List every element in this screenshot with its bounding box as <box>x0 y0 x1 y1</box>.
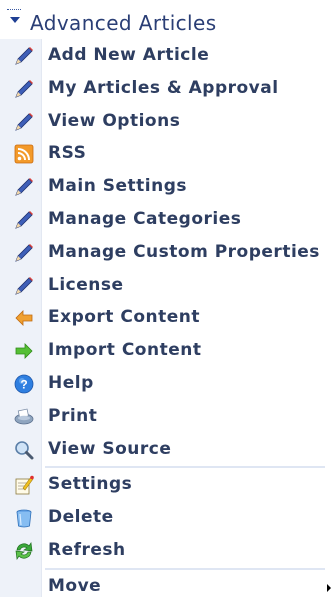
pencil-icon <box>13 242 35 264</box>
menu-header[interactable]: Advanced Articles <box>0 8 335 38</box>
menu-item-import-content[interactable]: Import Content <box>0 334 335 367</box>
menu-item-label: View Options <box>48 110 181 131</box>
dropdown-menu: Add New Article My Articles & Approval V… <box>0 39 335 597</box>
menu-item-delete[interactable]: Delete <box>0 501 335 534</box>
menu-list: Add New Article My Articles & Approval V… <box>0 39 335 597</box>
menu-item-print[interactable]: Print <box>0 400 335 433</box>
menu-item-label: View Source <box>48 438 172 459</box>
menu-item-label: Manage Custom Properties <box>48 241 320 262</box>
focus-dots <box>7 9 21 10</box>
menu-item-export-content[interactable]: Export Content <box>0 301 335 334</box>
menu-item-label: Settings <box>48 474 133 495</box>
refresh-icon <box>13 540 35 562</box>
menu-item-label: Refresh <box>48 539 126 560</box>
menu-item-label: My Articles & Approval <box>48 77 279 98</box>
triangle-down-icon[interactable] <box>10 17 20 23</box>
pencil-icon <box>13 78 35 100</box>
menu-item-label: Manage Categories <box>48 208 242 229</box>
menu-item-label: Import Content <box>48 340 202 361</box>
arrow-right-icon <box>13 340 35 362</box>
menu-item-label: Add New Article <box>48 45 210 65</box>
menu-item-rss[interactable]: RSS <box>0 137 335 170</box>
menu-item-refresh[interactable]: Refresh <box>0 534 335 567</box>
pencil-icon <box>13 111 35 133</box>
pencil-icon <box>13 275 35 297</box>
menu-item-my-articles-approval[interactable]: My Articles & Approval <box>0 72 335 105</box>
arrow-left-icon <box>13 307 35 329</box>
pencil-icon <box>13 176 35 198</box>
menu-item-manage-custom-properties[interactable]: Manage Custom Properties <box>0 236 335 269</box>
pencil-icon <box>13 209 35 231</box>
menu-item-manage-categories[interactable]: Manage Categories <box>0 203 335 236</box>
menu-item-label: Main Settings <box>48 176 187 197</box>
menu-item-label: Delete <box>48 507 114 528</box>
menu-item-label: RSS <box>48 143 87 164</box>
menu-item-license[interactable]: License <box>0 269 335 302</box>
menu-item-view-options[interactable]: View Options <box>0 105 335 138</box>
trash-icon <box>13 507 35 529</box>
rss-icon <box>13 143 35 165</box>
menu-item-settings[interactable]: Settings <box>0 468 335 501</box>
magnifier-icon <box>13 439 35 461</box>
submenu-arrow-icon <box>327 583 331 592</box>
pencil-icon <box>13 45 35 67</box>
svg-text:?: ? <box>20 377 27 391</box>
help-icon: ? <box>13 373 35 395</box>
menu-title: Advanced Articles <box>30 11 217 35</box>
menu-item-move[interactable]: Move <box>0 570 335 597</box>
settings-icon <box>13 474 35 496</box>
menu-item-view-source[interactable]: View Source <box>0 433 335 466</box>
menu-item-label: Help <box>48 372 94 393</box>
menu-item-add-new-article[interactable]: Add New Article <box>0 39 335 72</box>
menu-item-help[interactable]: ? Help <box>0 367 335 400</box>
context-menu-root: Advanced Articles Add New Article My Art… <box>0 0 335 597</box>
menu-item-label: Print <box>48 405 98 426</box>
menu-item-label: License <box>48 274 124 295</box>
menu-item-label: Export Content <box>48 307 200 328</box>
menu-item-label: Move <box>48 575 102 596</box>
menu-item-main-settings[interactable]: Main Settings <box>0 170 335 203</box>
printer-icon <box>13 406 35 428</box>
